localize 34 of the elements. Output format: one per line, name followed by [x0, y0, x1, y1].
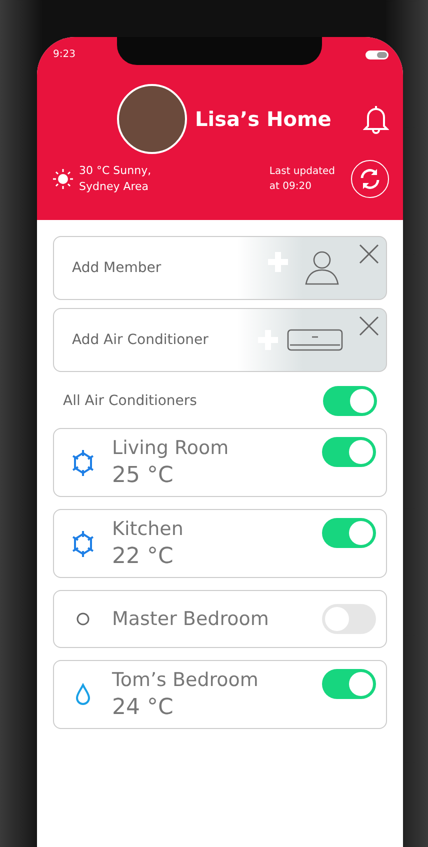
add-card-label: Add Member: [72, 260, 162, 276]
battery-icon: [365, 50, 389, 60]
snowflake-icon: [71, 448, 95, 476]
add-card[interactable]: Add Member: [53, 236, 387, 300]
room-temperature: 24 °C: [112, 695, 174, 720]
snowflake-icon: [71, 530, 95, 558]
home-title: Lisa’s Home: [195, 107, 332, 131]
water-drop-icon: [74, 682, 92, 706]
room-temperature: 22 °C: [112, 544, 174, 569]
weather-text: 30 °C Sunny, Sydney Area: [79, 163, 152, 195]
refresh-icon: [358, 167, 382, 191]
all-air-conditioners-label: All Air Conditioners: [63, 393, 197, 409]
toggle-switch[interactable]: [322, 669, 376, 699]
last-updated-text: Last updated at 09:20: [269, 165, 335, 194]
room-name: Living Room: [112, 437, 230, 459]
toggle-switch[interactable]: [323, 386, 377, 416]
room-card[interactable]: Tom’s Bedroom 24 °C: [53, 660, 387, 729]
toggle-switch[interactable]: [322, 437, 376, 467]
bell-icon[interactable]: [363, 104, 389, 134]
room-card[interactable]: Kitchen 22 °C: [53, 509, 387, 578]
room-name: Kitchen: [112, 518, 184, 540]
add-card[interactable]: Add Air Conditioner: [53, 308, 387, 372]
room-card[interactable]: Living Room 25 °C: [53, 428, 387, 497]
toggle-switch[interactable]: [322, 518, 376, 548]
room-temperature: 25 °C: [112, 463, 174, 488]
status-time: 9:23: [53, 49, 76, 60]
room-card[interactable]: Master Bedroom: [53, 590, 387, 648]
room-name: Tom’s Bedroom: [112, 669, 260, 691]
add-card-label: Add Air Conditioner: [72, 332, 210, 348]
refresh-button[interactable]: [351, 160, 389, 198]
toggle-switch[interactable]: [322, 604, 376, 634]
circle-icon: [76, 612, 90, 626]
sun-icon: [53, 169, 73, 189]
room-name: Master Bedroom: [112, 608, 270, 630]
